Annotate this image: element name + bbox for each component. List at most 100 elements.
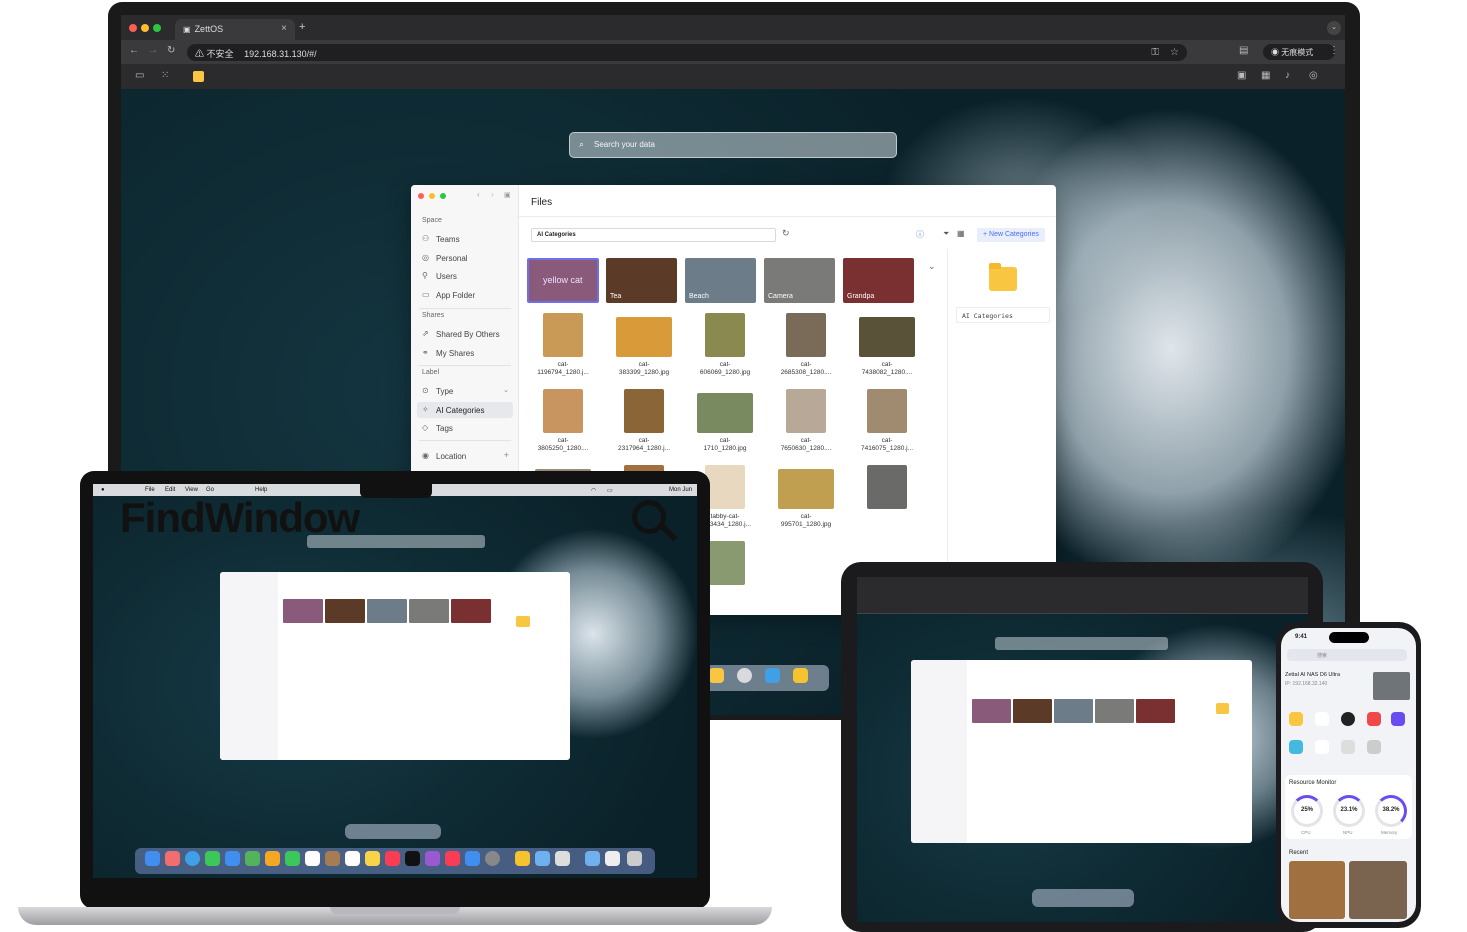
sidebar-item-my-shares[interactable]: ⚭ My Shares: [417, 345, 513, 361]
news-icon[interactable]: [445, 851, 460, 866]
battery-icon[interactable]: ▭: [607, 487, 613, 494]
file-item[interactable]: cat- 2317964_1280.j...: [604, 389, 684, 465]
pages-icon[interactable]: [515, 851, 530, 866]
trash-icon[interactable]: [627, 851, 642, 866]
facetime-icon[interactable]: [285, 851, 300, 866]
url-field[interactable]: ⚠ 不安全 192.168.31.130/#/ ⚿ ☆: [187, 44, 1187, 61]
user-avatar-icon[interactable]: ◎: [1309, 70, 1318, 81]
tablet-category-thumb[interactable]: [1054, 699, 1093, 723]
preview-icon[interactable]: [535, 851, 550, 866]
sidebar-item-teams[interactable]: ⚇ Teams: [417, 231, 513, 247]
documents-icon[interactable]: [605, 851, 620, 866]
tablet-category-thumb[interactable]: [972, 699, 1011, 723]
category-tile[interactable]: yellow cat: [527, 258, 599, 303]
sidebar-item-shared-by-others[interactable]: ⇗ Shared By Others: [417, 326, 513, 342]
downloads-folder-icon[interactable]: [585, 851, 600, 866]
files-maximize-button[interactable]: [440, 193, 446, 199]
resource-monitor-card[interactable]: Resource Monitor 25% 23.1% 38.2% CPU NPU…: [1285, 775, 1412, 839]
calendar-icon[interactable]: [305, 851, 320, 866]
app-store-icon[interactable]: [1391, 712, 1405, 726]
bookmark-star-icon[interactable]: ☆: [1170, 47, 1179, 58]
file-item[interactable]: cat- 2685308_1280....: [766, 313, 846, 389]
new-categories-button[interactable]: + New Categories: [977, 228, 1045, 242]
maximize-window-button[interactable]: [153, 24, 161, 32]
bell-icon[interactable]: ♪: [1285, 70, 1290, 81]
sidebar-item-personal[interactable]: ◎ Personal: [417, 250, 513, 266]
safari-icon[interactable]: [185, 851, 200, 866]
category-tile[interactable]: Camera: [764, 258, 835, 303]
table-icon[interactable]: ▦: [1261, 70, 1270, 81]
file-item[interactable]: [847, 465, 927, 541]
sidebar-item-type[interactable]: ⊙ Type ⌄: [417, 383, 513, 399]
file-item[interactable]: cat- 7650630_1280....: [766, 389, 846, 465]
backup-icon[interactable]: [1367, 740, 1381, 754]
music-app-icon[interactable]: [1341, 712, 1355, 726]
wifi-icon[interactable]: ◠: [591, 487, 596, 494]
file-item[interactable]: cat- 7416075_1280.j...: [847, 389, 927, 465]
minimize-window-button[interactable]: [141, 24, 149, 32]
menu-view[interactable]: View: [185, 487, 198, 493]
files-app-icon[interactable]: [193, 71, 204, 82]
dock-app-icon-2[interactable]: [793, 668, 808, 683]
mail-icon[interactable]: [225, 851, 240, 866]
sidebar-item-location[interactable]: ◉ Location +: [417, 448, 513, 464]
sidebar-item-app-folder[interactable]: ▭ App Folder: [417, 287, 513, 303]
archive-icon[interactable]: ▣: [1237, 70, 1246, 81]
desktop-search-input[interactable]: ⌕ Search your data: [569, 132, 897, 158]
copy-card-icon[interactable]: [1289, 740, 1303, 754]
photos-icon[interactable]: [265, 851, 280, 866]
sidebar-item-ai-categories[interactable]: ✧ AI Categories: [417, 402, 513, 418]
close-window-button[interactable]: [129, 24, 137, 32]
back-arrow-icon[interactable]: ←: [129, 45, 139, 56]
file-item[interactable]: cat- 1196794_1280.j...: [523, 313, 603, 389]
tablet-category-thumb[interactable]: [1095, 699, 1134, 723]
sidebar-item-users[interactable]: ⚲ Users: [417, 268, 513, 284]
key-icon[interactable]: ⚿: [1151, 47, 1159, 58]
category-tile[interactable]: Tea: [606, 258, 677, 303]
resource-monitor-icon[interactable]: [1315, 712, 1329, 726]
display-icon[interactable]: ▭: [135, 70, 144, 81]
tablet-category-thumb[interactable]: [1013, 699, 1052, 723]
tablet-category-thumb[interactable]: [1136, 699, 1175, 723]
files-close-button[interactable]: [418, 193, 424, 199]
nav-back-icon[interactable]: ‹: [477, 190, 480, 199]
dock-files-icon[interactable]: [709, 668, 724, 683]
expand-chevron-icon[interactable]: ⌄: [928, 261, 936, 272]
files-app-icon[interactable]: [1289, 712, 1303, 726]
file-item[interactable]: cat- 606069_1280.jpg: [685, 313, 765, 389]
file-item[interactable]: cat- 3805250_1280....: [523, 389, 603, 465]
laptop-category-thumb[interactable]: [325, 599, 365, 623]
file-item[interactable]: cat- 383399_1280.jpg: [604, 313, 684, 389]
finder-icon[interactable]: [145, 851, 160, 866]
video-app-icon[interactable]: [1367, 712, 1381, 726]
files-minimize-button[interactable]: [429, 193, 435, 199]
menu-file[interactable]: File: [145, 487, 155, 493]
reminders-icon[interactable]: [345, 851, 360, 866]
tablet-search-input[interactable]: [995, 637, 1168, 650]
browser-tab[interactable]: ▣ ZettOS ×: [175, 19, 295, 40]
file-item[interactable]: cat- 7438082_1280....: [847, 313, 927, 389]
more-menu-icon[interactable]: ⋮: [1329, 45, 1339, 56]
photos-app-icon[interactable]: [1315, 740, 1329, 754]
music-icon[interactable]: [385, 851, 400, 866]
side-panel-icon[interactable]: ▤: [1239, 45, 1248, 56]
forward-arrow-icon[interactable]: →: [148, 45, 158, 56]
recent-photo[interactable]: [1349, 861, 1407, 919]
recent-photo[interactable]: [1289, 861, 1345, 919]
info-icon[interactable]: ⓘ: [916, 229, 924, 240]
incognito-badge[interactable]: ◉ 无痕模式: [1263, 44, 1335, 60]
new-tab-button[interactable]: +: [299, 21, 305, 33]
sidebar-item-tags[interactable]: ◇ Tags: [417, 420, 513, 436]
app-store-icon[interactable]: [465, 851, 480, 866]
apps-grid-icon[interactable]: ⁙: [161, 70, 169, 81]
file-item[interactable]: cat- 1710_1280.jpg: [685, 389, 765, 465]
dock-app-icon[interactable]: [765, 668, 780, 683]
refresh-icon[interactable]: ↻: [782, 228, 790, 239]
nav-forward-icon[interactable]: ›: [491, 190, 494, 199]
maps-icon[interactable]: [245, 851, 260, 866]
contacts-icon[interactable]: [325, 851, 340, 866]
zettos-app-icon[interactable]: [405, 851, 420, 866]
menu-edit[interactable]: Edit: [165, 487, 175, 493]
close-tab-icon[interactable]: ×: [281, 23, 287, 34]
laptop-category-thumb[interactable]: [409, 599, 449, 623]
